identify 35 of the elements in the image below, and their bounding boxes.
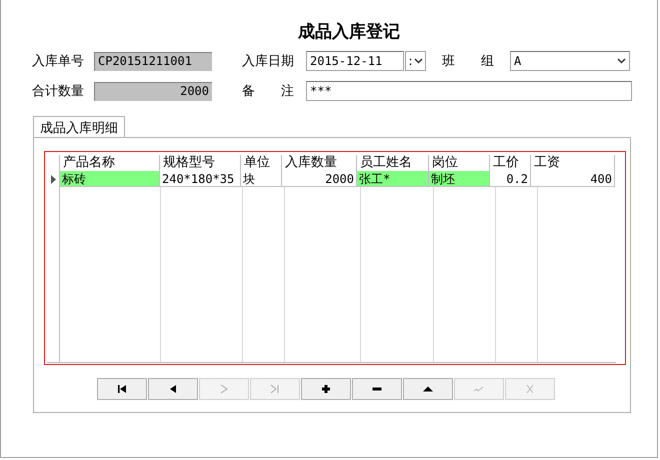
close-icon: [524, 384, 536, 394]
column-header[interactable]: 单位: [241, 155, 282, 171]
insert-button[interactable]: [301, 378, 351, 400]
delete-button[interactable]: [352, 378, 402, 400]
field-label: 备 注: [242, 83, 295, 100]
field-label: 合计数量: [32, 83, 85, 100]
last-record-icon: [269, 384, 281, 394]
prior-button[interactable]: [148, 378, 198, 400]
column-header[interactable]: 工资: [531, 155, 615, 171]
column-header[interactable]: 工价: [490, 155, 531, 171]
field-label: 入库日期: [242, 53, 295, 70]
table-cell: 张工*: [357, 171, 429, 187]
field-label: 入库单号: [32, 53, 85, 70]
table-cell: 块: [241, 171, 282, 187]
table-cell: 400: [531, 171, 615, 187]
tab[interactable]: 成品入库明细: [33, 116, 125, 138]
table-cell: 0.2: [490, 171, 531, 187]
date-dropdown-button[interactable]: :: [405, 51, 426, 71]
edit-button[interactable]: [403, 378, 453, 400]
plus-icon: [320, 384, 332, 394]
table-cell: 标砖: [60, 171, 160, 187]
first-button[interactable]: [97, 378, 147, 400]
table-cell: 制坯: [429, 171, 490, 187]
input-field[interactable]: ***: [306, 81, 632, 101]
readonly-field: CP20151211001: [94, 52, 212, 70]
field-label: 班 组: [442, 53, 495, 70]
select-field[interactable]: A: [510, 51, 630, 71]
window-title: 成品入库登记: [296, 21, 401, 44]
up-triangle-icon: [422, 384, 434, 394]
column-header[interactable]: 规格型号: [160, 155, 241, 171]
date-field[interactable]: 2015-12-11: [306, 51, 404, 71]
column-header[interactable]: 入库数量: [282, 155, 357, 171]
readonly-field: 2000: [94, 82, 212, 100]
table-cell: 240*180*35: [160, 171, 241, 187]
first-record-icon: [116, 384, 128, 394]
